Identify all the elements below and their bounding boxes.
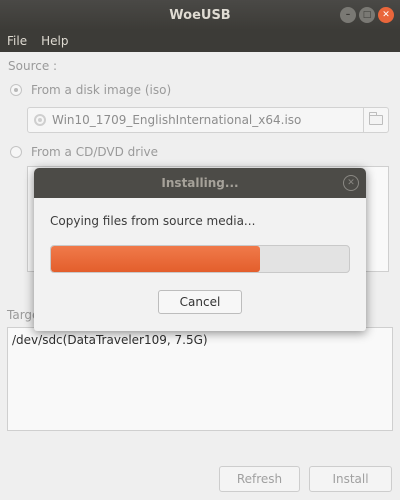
refresh-button[interactable]: Refresh [219,466,300,492]
window-titlebar: WoeUSB – □ ✕ [0,0,400,30]
list-item[interactable]: /dev/sdc(DataTraveler109, 7.5G) [12,333,208,347]
from-drive-label[interactable]: From a CD/DVD drive [31,145,158,159]
installing-dialog: Installing... ✕ Copying files from sourc… [34,168,366,331]
install-button[interactable]: Install [309,466,392,492]
iso-file-path: Win10_1709_EnglishInternational_x64.iso [52,113,302,127]
menu-file[interactable]: File [0,34,34,48]
cancel-button[interactable]: Cancel [158,290,242,314]
dialog-titlebar: Installing... ✕ [34,168,366,198]
disc-icon [34,114,46,126]
folder-icon [369,112,383,125]
from-image-radio[interactable] [10,84,22,96]
from-drive-radio[interactable] [10,146,22,158]
maximize-icon[interactable]: □ [359,7,375,23]
iso-file-chooser[interactable]: Win10_1709_EnglishInternational_x64.iso [27,107,389,133]
window-controls: – □ ✕ [340,7,394,23]
menu-bar: File Help [0,30,400,52]
progress-bar [50,245,350,273]
from-image-label[interactable]: From a disk image (iso) [31,83,171,97]
dialog-title: Installing... [161,176,239,190]
source-label: Source : [8,59,58,73]
dialog-close-icon[interactable]: ✕ [343,175,359,191]
browse-button[interactable] [363,108,388,132]
window-title: WoeUSB [169,7,231,23]
dialog-message: Copying files from source media... [50,214,256,228]
menu-help[interactable]: Help [34,34,75,48]
progress-fill [51,246,260,272]
close-icon[interactable]: ✕ [378,7,394,23]
minimize-icon[interactable]: – [340,7,356,23]
